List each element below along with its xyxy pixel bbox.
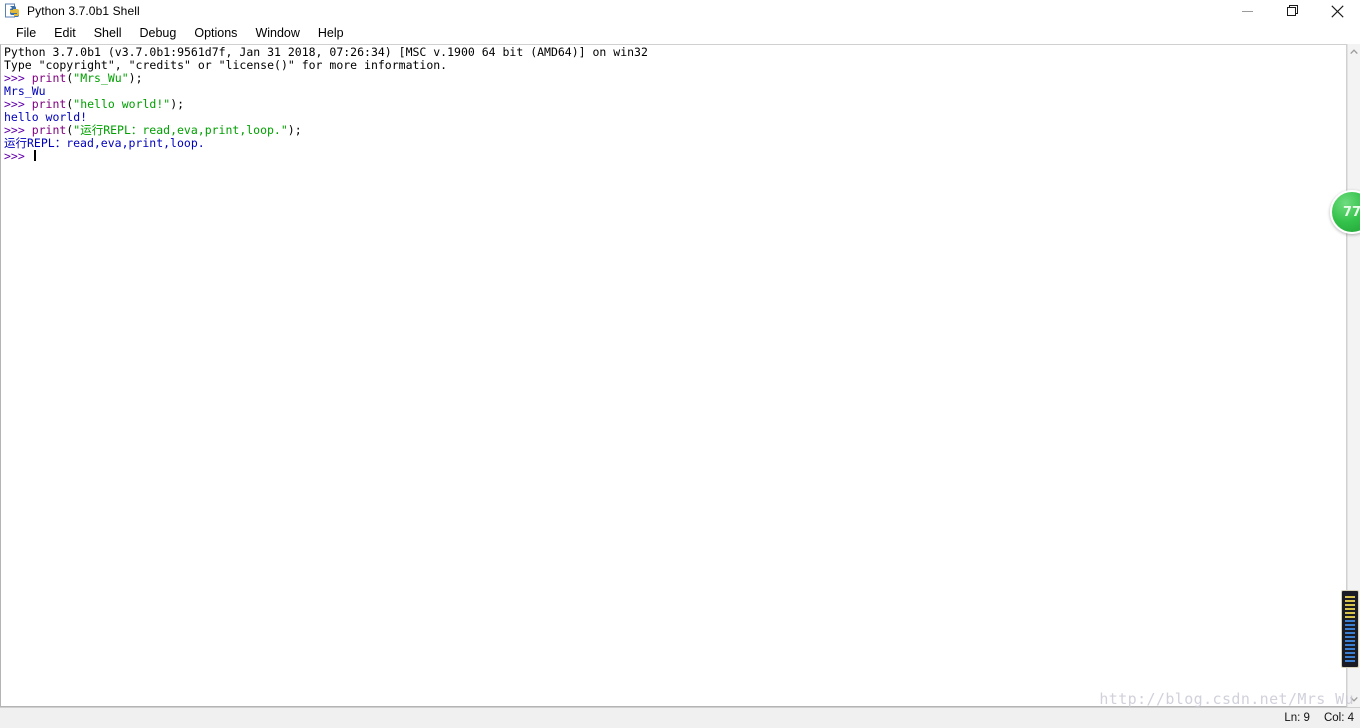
window-controls	[1225, 0, 1360, 22]
console-line: >>> print("Mrs_Wu");	[4, 72, 648, 85]
console-text-prompt: >>>	[4, 71, 32, 85]
floating-badge-label: 77	[1342, 204, 1360, 220]
console-text-prompt: >>>	[4, 97, 32, 111]
console-text-keyword: print	[31, 71, 67, 85]
console-text-output: 运行REPL：read,eva,print,loop.	[4, 136, 205, 150]
console-text-plain: );	[128, 71, 143, 85]
menu-item-file[interactable]: File	[7, 22, 45, 44]
console-text-keyword: print	[31, 97, 67, 111]
console-text-string: "hello world!"	[73, 97, 171, 111]
close-button[interactable]	[1315, 0, 1360, 22]
console-text-keyword: print	[31, 123, 67, 137]
console-output[interactable]: Python 3.7.0b1 (v3.7.0b1:9561d7f, Jan 31…	[4, 46, 648, 163]
menu-item-debug[interactable]: Debug	[131, 22, 186, 44]
shell-text-area[interactable]: Python 3.7.0b1 (v3.7.0b1:9561d7f, Jan 31…	[0, 44, 1347, 707]
menu-item-help[interactable]: Help	[309, 22, 353, 44]
console-text-plain: );	[170, 97, 185, 111]
minimize-button[interactable]	[1225, 0, 1270, 22]
menu-bar: File Edit Shell Debug Options Window Hel…	[0, 22, 1360, 44]
console-line: >>>	[4, 150, 648, 163]
console-text-output: Mrs_Wu	[4, 84, 46, 98]
title-bar: Python 3.7.0b1 Shell	[0, 0, 1360, 22]
menu-item-edit[interactable]: Edit	[45, 22, 85, 44]
status-bar: Ln: 9 Col: 4	[0, 707, 1360, 728]
console-text-output: hello world!	[4, 110, 88, 124]
chevron-down-icon[interactable]	[1348, 691, 1360, 707]
window-title: Python 3.7.0b1 Shell	[27, 4, 140, 18]
console-line: 运行REPL：read,eva,print,loop.	[4, 137, 648, 150]
status-line-indicator: Ln: 9	[1284, 712, 1310, 724]
menu-item-options[interactable]: Options	[185, 22, 246, 44]
chevron-up-icon[interactable]	[1348, 44, 1360, 60]
device-overlay-graphic	[1341, 590, 1359, 668]
menu-item-shell[interactable]: Shell	[85, 22, 131, 44]
console-text-prompt: >>>	[4, 123, 32, 137]
restore-button[interactable]	[1270, 0, 1315, 22]
console-text-string: "运行REPL：read,eva,print,loop."	[73, 123, 288, 137]
status-column-indicator: Col: 4	[1323, 712, 1354, 724]
console-text-plain: Type "copyright", "credits" or "license(…	[4, 58, 448, 72]
console-text-plain: );	[287, 123, 302, 137]
menu-item-window[interactable]: Window	[246, 22, 308, 44]
console-text-plain: Python 3.7.0b1 (v3.7.0b1:9561d7f, Jan 31…	[4, 45, 648, 59]
python-idle-icon	[5, 3, 21, 19]
console-text-prompt: >>>	[4, 149, 32, 163]
console-text-string: "Mrs_Wu"	[73, 71, 129, 85]
text-caret	[33, 150, 36, 161]
python-idle-shell-window: Python 3.7.0b1 Shell File Edit Shell Deb…	[0, 0, 1360, 728]
console-line: >>> print("hello world!");	[4, 98, 648, 111]
